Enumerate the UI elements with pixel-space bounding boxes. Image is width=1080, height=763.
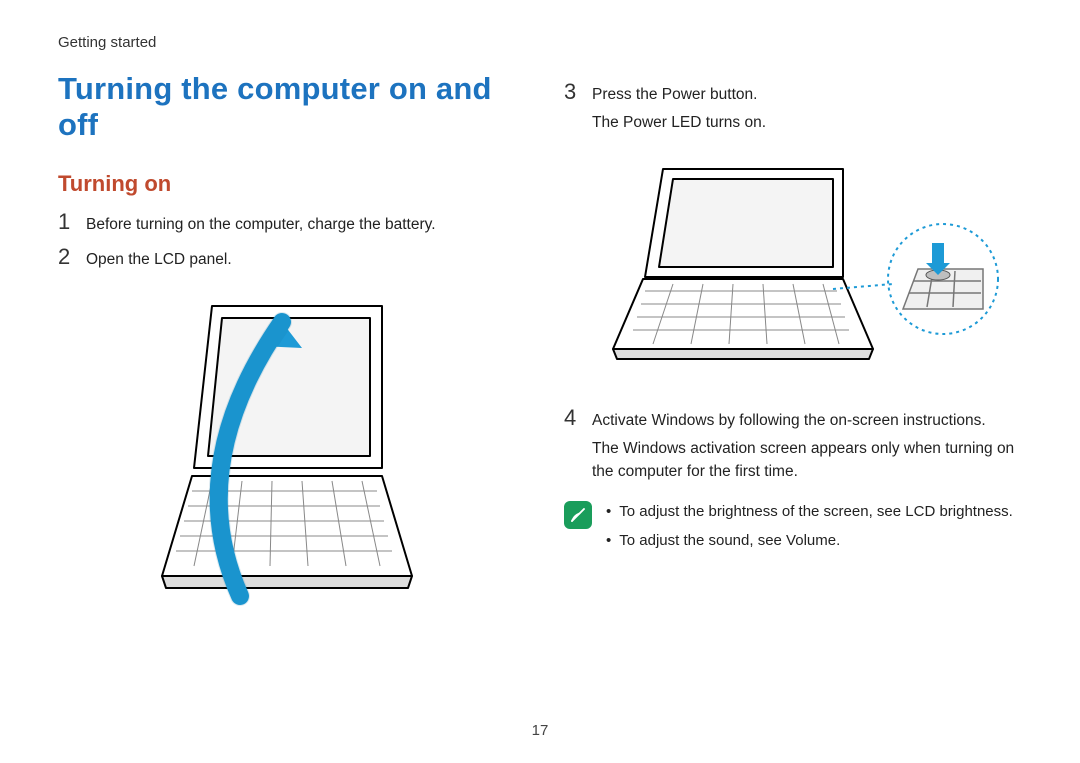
step-text: Before turning on the computer, charge t… <box>86 211 436 236</box>
step-text: Press the Power button. <box>592 81 757 106</box>
step-4: 4 Activate Windows by following the on-s… <box>564 407 1022 432</box>
note-text: To adjust the brightness of the screen, … <box>619 501 1013 524</box>
breadcrumb-header: Getting started <box>58 34 1022 51</box>
note-item: • To adjust the sound, see Volume. <box>606 530 1013 553</box>
page-number: 17 <box>0 722 1080 739</box>
left-column: Turning the computer on and off Turning … <box>58 71 516 626</box>
step-2: 2 Open the LCD panel. <box>58 246 516 271</box>
step-3: 3 Press the Power button. <box>564 81 1022 106</box>
step-1: 1 Before turning on the computer, charge… <box>58 211 516 236</box>
note-icon <box>564 501 592 529</box>
step-text: Open the LCD panel. <box>86 246 232 271</box>
section-heading: Turning on <box>58 171 516 197</box>
note-item: • To adjust the brightness of the screen… <box>606 501 1013 524</box>
step-subtext: The Windows activation screen appears on… <box>592 438 1022 483</box>
bullet-icon: • <box>606 530 611 553</box>
right-column: 3 Press the Power button. The Power LED … <box>564 71 1022 626</box>
bullet-icon: • <box>606 501 611 524</box>
step-text: Activate Windows by following the on-scr… <box>592 407 986 432</box>
figure-open-lcd <box>58 296 516 626</box>
note-callout: • To adjust the brightness of the screen… <box>564 501 1022 558</box>
note-text: To adjust the sound, see Volume. <box>619 530 840 553</box>
step-subtext: The Power LED turns on. <box>592 112 1022 134</box>
step-number: 2 <box>58 246 76 268</box>
step-number: 3 <box>564 81 582 103</box>
step-number: 1 <box>58 211 76 233</box>
figure-press-power <box>564 159 1022 389</box>
page-title: Turning the computer on and off <box>58 71 516 143</box>
step-number: 4 <box>564 407 582 429</box>
